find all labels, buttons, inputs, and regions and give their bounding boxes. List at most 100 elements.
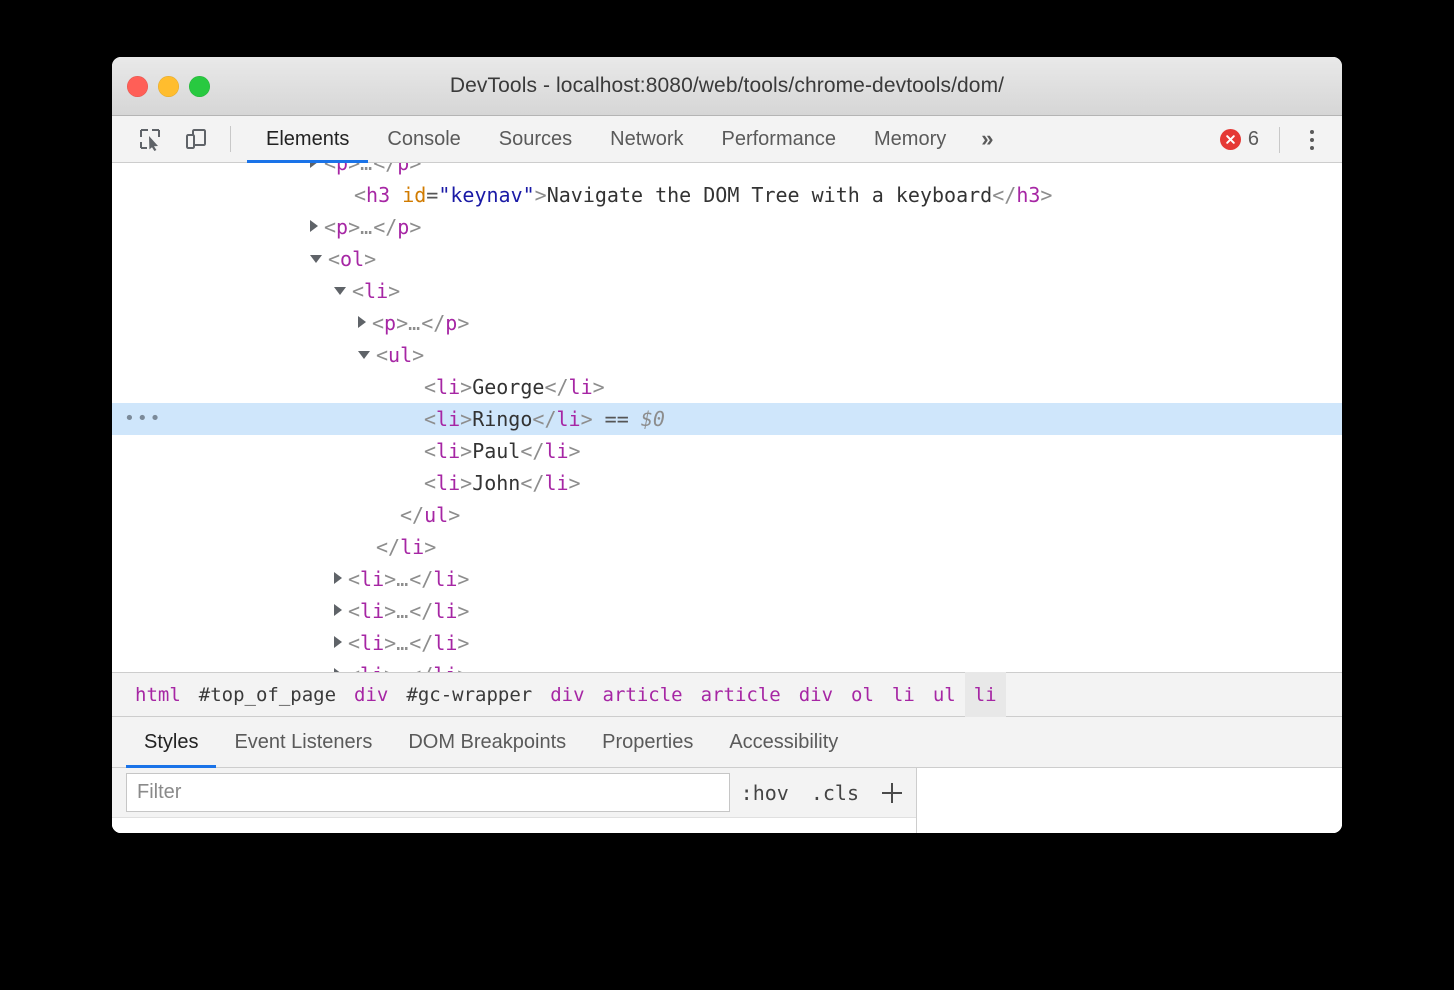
breadcrumb-item-gc-wrapper[interactable]: #gc-wrapper [397, 672, 541, 717]
devtools-toolbar: Elements Console Sources Network Perform… [112, 116, 1342, 163]
dom-token-brk: </ [373, 215, 397, 239]
expand-triangle-icon[interactable] [334, 636, 342, 648]
dom-token-tag: li [569, 375, 593, 399]
dom-tree-row[interactable]: <li>John</li> [112, 467, 1342, 499]
tab-event-listeners[interactable]: Event Listeners [216, 717, 390, 768]
dom-tree-row[interactable]: <h3 id="keynav">Navigate the DOM Tree wi… [112, 179, 1342, 211]
dom-tree-row[interactable]: <li>…</li> [112, 595, 1342, 627]
dom-token-brk: </ [532, 407, 556, 431]
dom-token-brk: > [460, 439, 472, 463]
more-tabs-chevron-icon[interactable]: » [965, 116, 1009, 163]
minimize-window-button[interactable] [158, 76, 179, 97]
breadcrumb-item-topofpage[interactable]: #top_of_page [190, 672, 345, 717]
dom-token-tag: h3 [1016, 183, 1040, 207]
tab-network[interactable]: Network [591, 116, 702, 163]
tab-accessibility[interactable]: Accessibility [711, 717, 856, 768]
dom-token-brk: > [384, 599, 396, 623]
expand-triangle-icon[interactable] [334, 668, 342, 672]
dom-tree-row[interactable]: <p>…</p> [112, 163, 1342, 179]
breadcrumb-item-div[interactable]: div [790, 672, 842, 717]
dom-token-brk: > [448, 503, 460, 527]
tab-console[interactable]: Console [368, 116, 479, 163]
breadcrumb-item-div[interactable]: div [541, 672, 593, 717]
dom-tree-row[interactable]: <li>…</li> [112, 627, 1342, 659]
close-window-button[interactable] [127, 76, 148, 97]
collapse-triangle-icon[interactable] [310, 255, 322, 263]
dom-tree-row[interactable]: <li> [112, 275, 1342, 307]
tab-performance[interactable]: Performance [703, 116, 856, 163]
dom-tree-row[interactable]: <ul> [112, 339, 1342, 371]
dom-token-brk: > [384, 567, 396, 591]
dom-tree-row[interactable]: </li> [112, 531, 1342, 563]
error-count-badge[interactable]: 6 [1214, 128, 1265, 151]
dom-token-tag: li [433, 567, 457, 591]
dom-token-brk: > [460, 375, 472, 399]
twisty-spacer [404, 423, 418, 424]
more-tabs-label: » [981, 126, 993, 152]
tab-styles[interactable]: Styles [126, 717, 216, 768]
tab-elements[interactable]: Elements [247, 116, 368, 163]
toolbar-divider-right [1279, 127, 1280, 153]
collapse-triangle-icon[interactable] [334, 287, 346, 295]
dom-token-tag: li [557, 407, 581, 431]
dom-token-brk: > [424, 535, 436, 559]
dom-tree-row-selected[interactable]: •••<li>Ringo</li> == $0 [112, 403, 1342, 435]
dom-token-txt: John [472, 471, 520, 495]
tab-console-label: Console [387, 128, 460, 151]
twisty-spacer [404, 455, 418, 456]
styles-filter-input[interactable] [126, 773, 730, 812]
device-toolbar-icon[interactable] [176, 121, 216, 157]
breadcrumb-item-article[interactable]: article [594, 672, 692, 717]
new-style-rule-plus-icon[interactable] [870, 773, 914, 812]
breadcrumb-item-article[interactable]: article [692, 672, 790, 717]
dom-token-tag: li [360, 631, 384, 655]
dom-token-brk: < [424, 439, 436, 463]
dom-token-brk: < [376, 343, 388, 367]
dom-token-attr: id [402, 183, 426, 207]
dom-token-tag: li [360, 663, 384, 672]
breadcrumb-item-div[interactable]: div [345, 672, 397, 717]
dom-tree-row[interactable]: <li>George</li> [112, 371, 1342, 403]
dom-tree-row[interactable]: <li>…</li> [112, 563, 1342, 595]
collapse-triangle-icon[interactable] [358, 351, 370, 359]
maximize-window-button[interactable] [189, 76, 210, 97]
kebab-dot [1310, 146, 1314, 150]
dom-token-ell: … [360, 215, 373, 239]
tab-memory[interactable]: Memory [855, 116, 965, 163]
dom-token-brk: > [593, 375, 605, 399]
tab-properties[interactable]: Properties [584, 717, 711, 768]
dom-tree-panel[interactable]: <p>…</p><h3 id="keynav">Navigate the DOM… [112, 163, 1342, 672]
breadcrumb-item-ul[interactable]: ul [924, 672, 965, 717]
expand-triangle-icon[interactable] [334, 604, 342, 616]
dom-token-brk: > [460, 407, 472, 431]
dom-tree-row[interactable]: <li>…</li> [112, 659, 1342, 672]
dom-tree-row[interactable]: </ul> [112, 499, 1342, 531]
expand-triangle-icon[interactable] [358, 316, 366, 328]
breadcrumb[interactable]: html#top_of_pagediv#gc-wrapperdivarticle… [112, 672, 1342, 717]
dom-token-tag: li [433, 663, 457, 672]
expand-triangle-icon[interactable] [310, 163, 318, 168]
breadcrumb-item-ol[interactable]: ol [842, 672, 883, 717]
element-classes-cls-button[interactable]: .cls [800, 773, 870, 812]
inspect-element-icon[interactable] [130, 121, 170, 157]
dom-tree-row[interactable]: <p>…</p> [112, 211, 1342, 243]
breadcrumb-item-html[interactable]: html [126, 672, 190, 717]
breadcrumb-item-li[interactable]: li [883, 672, 924, 717]
expand-triangle-icon[interactable] [310, 220, 318, 232]
row-more-dots-icon[interactable]: ••• [124, 403, 163, 435]
tab-sources[interactable]: Sources [480, 116, 591, 163]
tab-dom-breakpoints[interactable]: DOM Breakpoints [390, 717, 584, 768]
kebab-menu-icon[interactable] [1294, 122, 1330, 158]
breadcrumb-item-li[interactable]: li [965, 672, 1006, 717]
dom-tree-row[interactable]: <p>…</p> [112, 307, 1342, 339]
expand-triangle-icon[interactable] [334, 572, 342, 584]
dom-tree-row[interactable]: <ol> [112, 243, 1342, 275]
dom-tree-row[interactable]: <li>Paul</li> [112, 435, 1342, 467]
dom-token-brk: > [457, 311, 469, 335]
dom-token-brk: > [457, 599, 469, 623]
dom-token-tag: li [544, 439, 568, 463]
dom-token-tag: li [436, 471, 460, 495]
tab-event-listeners-label: Event Listeners [234, 731, 372, 754]
twisty-spacer [334, 199, 348, 200]
force-state-hov-button[interactable]: :hov [730, 773, 800, 812]
